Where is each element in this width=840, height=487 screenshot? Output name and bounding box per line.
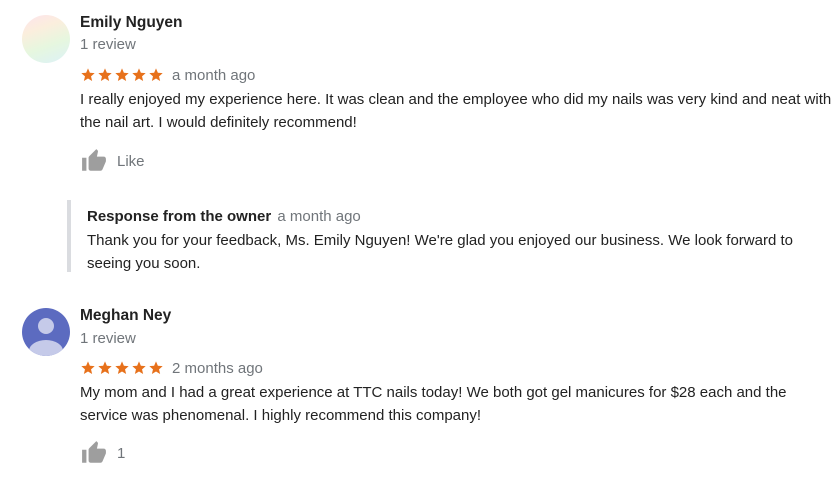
star-icon	[98, 361, 112, 374]
star-icon	[149, 68, 163, 81]
rating-row: 2 months ago	[80, 358, 263, 378]
review-text: My mom and I had a great experience at T…	[80, 384, 787, 424]
reviewer-name[interactable]: Meghan Ney	[80, 307, 171, 325]
owner-response: Response from the owner a month ago Than…	[67, 200, 831, 272]
star-icon	[81, 68, 95, 81]
like-count: 1	[117, 444, 126, 462]
review-date: a month ago	[172, 66, 256, 84]
like-label: Like	[117, 152, 145, 170]
review-count: 1 review	[80, 36, 136, 53]
thumbs-up-icon	[82, 441, 106, 463]
review-card: Meghan Ney 1 review 2 months ago My mom …	[0, 293, 840, 483]
star-rating	[80, 67, 164, 83]
review-text: I really enjoyed my experience here. It …	[80, 91, 832, 131]
rating-row: a month ago	[80, 65, 255, 85]
owner-response-title: Response from the owner	[87, 208, 272, 225]
thumbs-up-icon	[82, 149, 106, 171]
star-rating	[80, 360, 164, 376]
review-card: Emily Nguyen 1 review a month ago I real…	[0, 0, 840, 280]
reviewer-name[interactable]: Emily Nguyen	[80, 14, 183, 32]
star-icon	[115, 68, 129, 81]
owner-response-text: Thank you for your feedback, Ms. Emily N…	[87, 232, 793, 272]
star-icon	[98, 68, 112, 81]
review-date: 2 months ago	[172, 359, 263, 377]
star-icon	[132, 361, 146, 374]
avatar[interactable]	[22, 308, 70, 356]
person-silhouette-icon	[29, 318, 63, 356]
star-icon	[149, 361, 163, 374]
avatar[interactable]	[22, 15, 70, 63]
star-icon	[81, 361, 95, 374]
like-button[interactable]: 1	[80, 439, 125, 467]
star-icon	[115, 361, 129, 374]
like-button[interactable]: Like	[80, 147, 145, 175]
review-count: 1 review	[80, 330, 136, 347]
owner-response-date: a month ago	[277, 208, 361, 225]
star-icon	[132, 68, 146, 81]
